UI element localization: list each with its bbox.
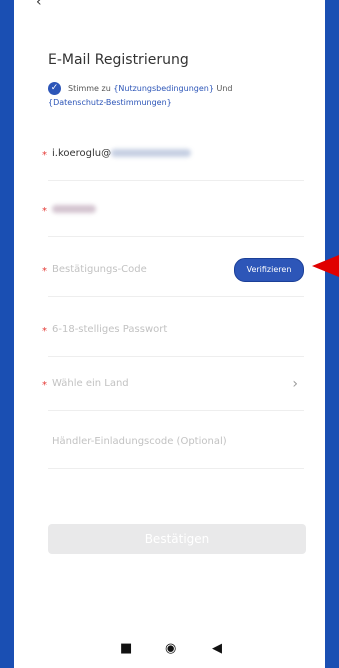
email-field[interactable]: * i.koeroglu@ [42, 140, 304, 181]
consent-text: Stimme zu {Nutzungsbedingungen} Und [68, 82, 233, 95]
verification-code-field[interactable]: * Bestätigungs-Code Verifizieren [42, 256, 304, 297]
redacted-text [111, 149, 192, 157]
verification-code-input[interactable]: Bestätigungs-Code [52, 264, 147, 275]
consent-checkbox[interactable]: ✓ [48, 82, 61, 95]
invitation-input[interactable]: Händler-Einladungscode (Optional) [52, 436, 227, 447]
email-value: i.koeroglu@ [52, 148, 192, 159]
triangle-left-icon[interactable]: ◀ [212, 642, 222, 655]
registration-screen: ‹ E-Mail Registrierung ✓ Stimme zu {Nutz… [14, 0, 325, 668]
required-marker: * [42, 266, 47, 277]
required-marker: * [42, 326, 47, 337]
terms-link[interactable]: {Nutzungsbedingungen} [113, 84, 214, 93]
verify-button[interactable]: Verifizieren [234, 258, 304, 282]
password-input[interactable]: 6-18-stelliges Passwort [52, 324, 167, 335]
required-marker: * [42, 206, 47, 217]
name-field[interactable]: * [42, 196, 304, 237]
redacted-text [52, 205, 96, 213]
password-field[interactable]: * 6-18-stelliges Passwort [42, 316, 304, 357]
red-arrow-icon [312, 255, 339, 277]
confirm-button[interactable]: Bestätigen [48, 524, 306, 554]
square-icon[interactable]: ■ [120, 642, 132, 655]
android-navbar: ■ ◉ ◀ [14, 630, 325, 668]
name-value [52, 204, 96, 215]
consent-conjunction: Und [216, 84, 233, 93]
page-title: E-Mail Registrierung [48, 52, 189, 68]
required-marker: * [42, 380, 47, 391]
consent-prefix: Stimme zu [68, 84, 111, 93]
circle-icon[interactable]: ◉ [165, 642, 176, 655]
privacy-link[interactable]: {Datenschutz-Bestimmungen} [48, 98, 172, 107]
chevron-right-icon: › [292, 376, 298, 392]
invitation-field[interactable]: Händler-Einladungscode (Optional) [48, 428, 304, 469]
back-icon[interactable]: ‹ [36, 0, 48, 10]
country-field[interactable]: * Wähle ein Land › [42, 370, 304, 411]
required-marker: * [42, 150, 47, 161]
country-select[interactable]: Wähle ein Land [52, 378, 129, 389]
